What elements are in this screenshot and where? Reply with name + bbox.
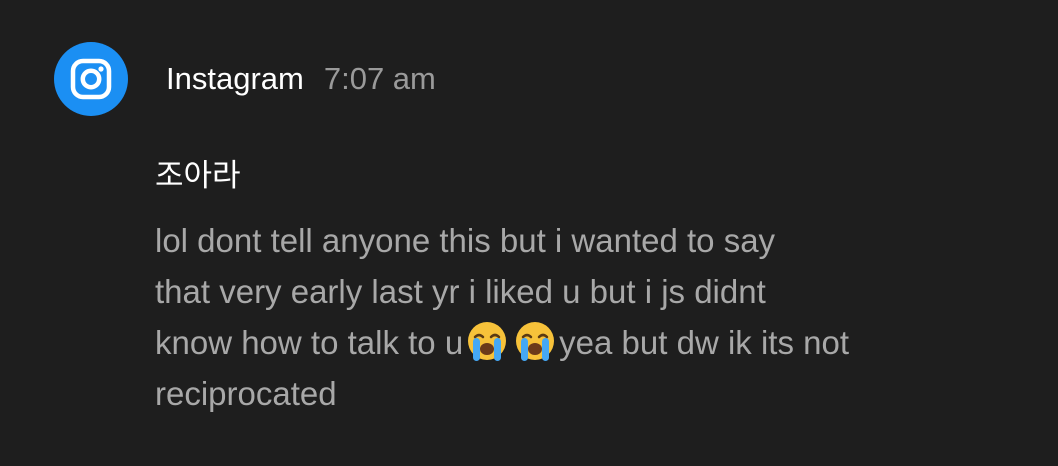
message-line: that very early last yr i liked u but i …	[155, 273, 766, 310]
notification-time: 7:07 am	[323, 61, 436, 96]
message-line: lol dont tell anyone this but i wanted t…	[155, 222, 776, 259]
sender-name: 조아라	[155, 158, 241, 194]
message-text: know how to talk to u	[155, 324, 464, 361]
message-body: lol dont tell anyone this but i wanted t…	[155, 215, 1015, 419]
notification-card[interactable]: Instagram 7:07 am 조아라 lol dont tell anyo…	[0, 0, 1058, 466]
message-line: know how to talk to u yea but dw ik its …	[155, 317, 1015, 368]
message-line: reciprocated	[155, 375, 337, 412]
instagram-icon	[54, 42, 128, 116]
notification-header: Instagram 7:07 am	[166, 56, 436, 102]
loudly-crying-face-emoji	[516, 322, 555, 361]
loudly-crying-face-emoji	[468, 322, 507, 361]
message-text: yea but dw ik its not	[559, 324, 849, 361]
app-name: Instagram	[166, 61, 304, 96]
